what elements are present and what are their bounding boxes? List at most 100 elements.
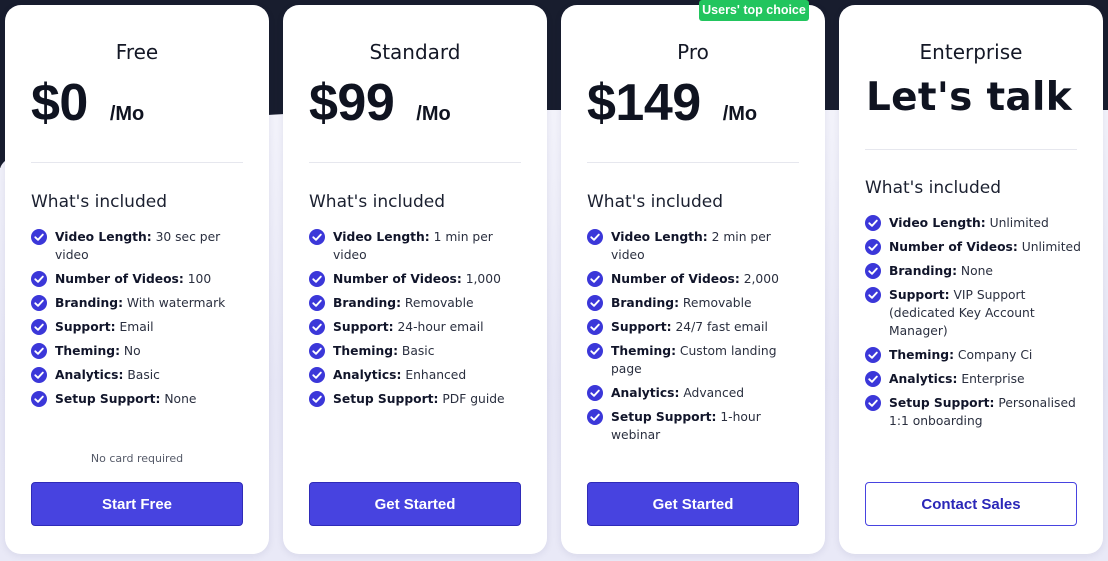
check-circle-icon	[865, 371, 881, 387]
feature-value: Email	[119, 320, 154, 334]
feature-item: Number of Videos: 1,000	[309, 270, 527, 288]
included-heading: What's included	[865, 178, 1001, 198]
feature-item: Video Length: Unlimited	[865, 214, 1083, 232]
contact-sales-button[interactable]: Contact Sales	[865, 482, 1077, 526]
feature-label: Branding:	[611, 296, 679, 310]
get-started-button[interactable]: Get Started	[587, 482, 799, 526]
feature-list: Video Length: 1 min per video Number of V…	[309, 228, 527, 414]
feature-text: Theming: Company Ci	[889, 346, 1032, 364]
feature-label: Setup Support:	[611, 410, 717, 424]
feature-value: Company Ci	[957, 348, 1033, 362]
feature-item: Theming: Basic	[309, 342, 527, 360]
feature-item: Support: 24/7 fast email	[587, 318, 805, 336]
feature-text: Video Length: Unlimited	[889, 214, 1049, 232]
feature-value: Enhanced	[405, 368, 467, 382]
feature-text: Number of Videos: 2,000	[611, 270, 779, 288]
feature-item: Theming: Custom landing page	[587, 342, 805, 378]
feature-label: Theming:	[55, 344, 120, 358]
feature-text: Branding: With watermark	[55, 294, 225, 312]
feature-label: Support:	[889, 288, 950, 302]
feature-value: Advanced	[683, 386, 745, 400]
check-circle-icon	[587, 295, 603, 311]
feature-label: Number of Videos:	[55, 272, 184, 286]
feature-label: Support:	[611, 320, 672, 334]
plan-price: $149 /Mo	[587, 73, 757, 133]
plan-price: $0 /Mo	[31, 73, 144, 133]
divider	[865, 149, 1077, 150]
check-circle-icon	[587, 385, 603, 401]
feature-value: 24-hour email	[397, 320, 484, 334]
check-circle-icon	[309, 367, 325, 383]
feature-text: Theming: Custom landing page	[611, 342, 805, 378]
feature-item: Branding: Removable	[309, 294, 527, 312]
feature-value: Unlimited	[1021, 240, 1081, 254]
check-circle-icon	[309, 271, 325, 287]
top-choice-badge: Users' top choice	[699, 0, 809, 21]
feature-item: Theming: No	[31, 342, 249, 360]
feature-label: Setup Support:	[55, 392, 161, 406]
feature-label: Theming:	[611, 344, 676, 358]
feature-label: Video Length:	[889, 216, 986, 230]
plan-card-standard: Standard $99 /Mo What's included Video L…	[283, 5, 547, 554]
feature-label: Branding:	[889, 264, 957, 278]
divider	[31, 162, 243, 163]
feature-value: 100	[187, 272, 212, 286]
check-circle-icon	[865, 239, 881, 255]
start-free-button[interactable]: Start Free	[31, 482, 243, 526]
check-circle-icon	[31, 295, 47, 311]
check-circle-icon	[865, 263, 881, 279]
feature-text: Video Length: 30 sec per video	[55, 228, 249, 264]
feature-value: Unlimited	[989, 216, 1049, 230]
plan-card-enterprise: Enterprise Let's talk What's included Vi…	[839, 5, 1103, 554]
feature-label: Number of Videos:	[333, 272, 462, 286]
check-circle-icon	[31, 367, 47, 383]
get-started-button[interactable]: Get Started	[309, 482, 521, 526]
price-amount: $0	[31, 74, 88, 132]
divider	[309, 162, 521, 163]
check-circle-icon	[865, 287, 881, 303]
lets-talk-heading: Let's talk	[866, 75, 1072, 120]
feature-item: Analytics: Enterprise	[865, 370, 1083, 388]
feature-label: Analytics:	[889, 372, 958, 386]
price-unit: /Mo	[416, 103, 451, 125]
feature-text: Analytics: Basic	[55, 366, 160, 384]
feature-text: Setup Support: PDF guide	[333, 390, 505, 408]
feature-text: Number of Videos: 100	[55, 270, 211, 288]
feature-item: Number of Videos: 2,000	[587, 270, 805, 288]
feature-text: Analytics: Advanced	[611, 384, 744, 402]
feature-item: Analytics: Basic	[31, 366, 249, 384]
feature-value: PDF guide	[442, 392, 505, 406]
feature-item: Analytics: Enhanced	[309, 366, 527, 384]
check-circle-icon	[31, 229, 47, 245]
feature-text: Branding: Removable	[333, 294, 474, 312]
feature-text: Branding: Removable	[611, 294, 752, 312]
feature-value: Basic	[401, 344, 435, 358]
feature-value: With watermark	[126, 296, 226, 310]
feature-item: Setup Support: PDF guide	[309, 390, 527, 408]
feature-item: Setup Support: 1-hour webinar	[587, 408, 805, 444]
feature-item: Video Length: 2 min per video	[587, 228, 805, 264]
feature-value: None	[960, 264, 993, 278]
check-circle-icon	[309, 319, 325, 335]
price-unit: /Mo	[109, 103, 145, 125]
feature-item: Setup Support: Personalised 1:1 onboardi…	[865, 394, 1083, 430]
check-circle-icon	[309, 295, 325, 311]
check-circle-icon	[309, 229, 325, 245]
feature-value: No	[123, 344, 141, 358]
plan-name: Standard	[369, 40, 461, 64]
feature-text: Support: 24/7 fast email	[611, 318, 768, 336]
plan-name: Enterprise	[919, 40, 1023, 64]
feature-item: Video Length: 1 min per video	[309, 228, 527, 264]
feature-value: Enterprise	[961, 372, 1025, 386]
check-circle-icon	[865, 347, 881, 363]
feature-value: Removable	[404, 296, 474, 310]
check-circle-icon	[587, 319, 603, 335]
feature-text: Number of Videos: 1,000	[333, 270, 501, 288]
feature-value: 2,000	[743, 272, 779, 286]
divider	[587, 162, 799, 163]
price-unit: /Mo	[722, 103, 758, 125]
check-circle-icon	[31, 271, 47, 287]
feature-item: Branding: With watermark	[31, 294, 249, 312]
feature-text: Analytics: Enterprise	[889, 370, 1025, 388]
feature-label: Analytics:	[333, 368, 402, 382]
